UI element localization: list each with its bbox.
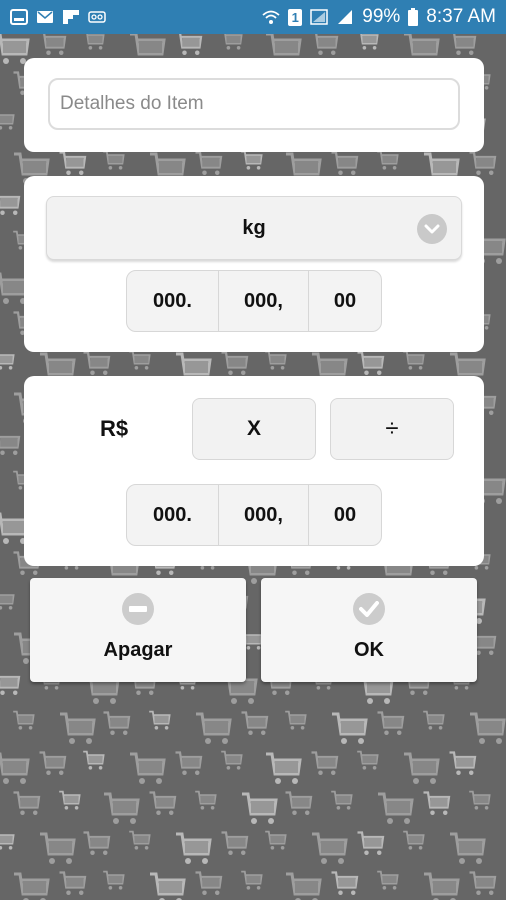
price-thousands-field[interactable]: 000.: [127, 485, 219, 545]
quantity-card: kg 000. 000, 00: [24, 176, 484, 352]
battery-icon: [408, 8, 419, 26]
item-details-card: [24, 58, 484, 152]
quantity-fields: 000. 000, 00: [126, 270, 382, 332]
price-units-field[interactable]: 000,: [219, 485, 309, 545]
flipboard-icon: [62, 9, 80, 25]
chevron-down-icon: [417, 214, 447, 244]
currency-label: R$: [100, 416, 129, 441]
clock: 8:37 AM: [426, 6, 496, 27]
unit-select-value: kg: [242, 216, 266, 239]
check-circle-icon: [353, 593, 385, 625]
mail-icon: [36, 9, 54, 25]
minus-circle-icon: [122, 593, 154, 625]
status-bar: 1 99% 8:37 AM: [0, 0, 506, 34]
signal-icon: [336, 9, 354, 25]
divide-button[interactable]: ÷: [330, 398, 454, 460]
clear-button-label: Apagar: [103, 639, 173, 661]
multiply-button[interactable]: X: [192, 398, 316, 460]
price-decimals-field[interactable]: 00: [309, 485, 381, 545]
mobile-data-icon: [310, 9, 328, 25]
wifi-icon: [262, 9, 280, 25]
image-icon: [10, 9, 28, 25]
price-fields: 000. 000, 00: [126, 484, 382, 546]
quantity-decimals-field[interactable]: 00: [309, 271, 381, 331]
item-details-input[interactable]: [48, 78, 460, 130]
ok-button[interactable]: OK: [261, 578, 477, 682]
voicemail-icon: [88, 9, 106, 25]
battery-percent: 99%: [362, 6, 401, 27]
quantity-thousands-field[interactable]: 000.: [127, 271, 219, 331]
quantity-units-field[interactable]: 000,: [219, 271, 309, 331]
ok-button-label: OK: [354, 639, 384, 661]
clear-button[interactable]: Apagar: [30, 578, 246, 682]
sim-icon: 1: [288, 8, 303, 26]
unit-select[interactable]: kg: [46, 196, 462, 260]
price-card: R$ X ÷ 000. 000, 00: [24, 376, 484, 566]
